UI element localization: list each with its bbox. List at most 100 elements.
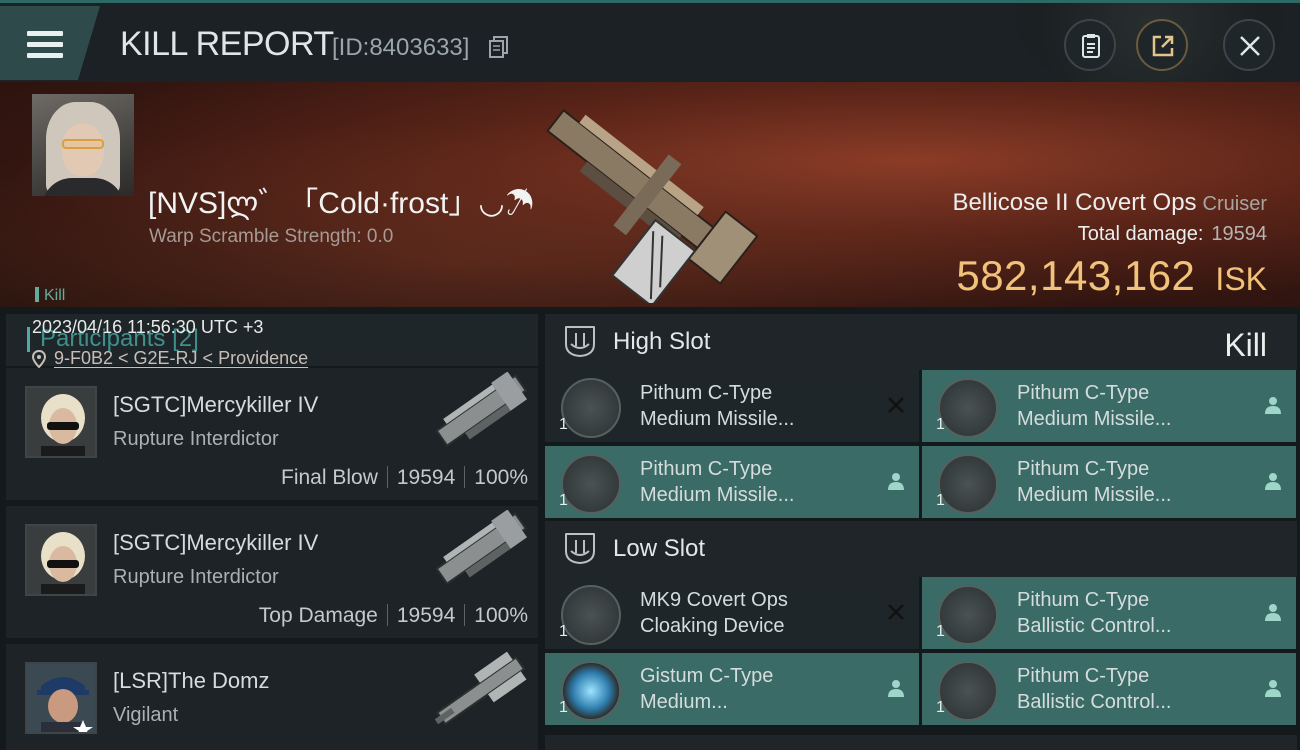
ship-name: Bellicose II Covert Ops — [952, 189, 1197, 216]
module-name: Gistum C-Type — [640, 665, 774, 687]
person-icon — [1265, 397, 1281, 414]
module-quantity: 1 — [559, 699, 568, 716]
kill-datetime: 2023/04/16 11:56:30 UTC +3 — [32, 317, 264, 337]
high-slot-label: High Slot — [613, 328, 711, 355]
kill-location[interactable]: 9-F0B2 < G2E-RJ < Providence — [32, 348, 308, 369]
share-button[interactable] — [1136, 19, 1188, 71]
module-item[interactable]: 1 Pithum C-Type Medium Missile... — [545, 370, 919, 442]
location-pin-icon — [32, 349, 46, 368]
module-item[interactable]: 1 Pithum C-Type Ballistic Control... — [922, 653, 1296, 725]
close-x-icon — [888, 397, 904, 413]
high-slot-icon — [565, 326, 595, 358]
ballistic-control-icon — [938, 585, 998, 645]
victim-banner: [NVS]ლ゛「Cold·frost」◡☂ Warp Scramble Stre… — [0, 82, 1300, 368]
participant-avatar — [25, 524, 97, 596]
module-name: Pithum C-Type — [640, 382, 773, 404]
warp-scramble-strength: Warp Scramble Strength: 0.0 — [149, 226, 394, 247]
hamburger-menu-icon[interactable] — [0, 6, 100, 80]
person-icon — [1265, 473, 1281, 490]
cloaking-device-icon — [561, 585, 621, 645]
participants-panel: Participants [2] [SGTC]Mercykiller IV Ru… — [6, 314, 538, 750]
share-icon — [1152, 35, 1174, 57]
isk-unit: ISK — [1215, 261, 1267, 297]
clipboard-icon — [1082, 34, 1100, 58]
module-type: Medium Missile... — [640, 484, 795, 506]
participant-ship: Rupture Interdictor — [113, 566, 279, 588]
participant-tag: Top Damage — [258, 604, 378, 627]
mid-slot-header-partial — [545, 735, 1297, 750]
kill-type-badge: Kill — [35, 287, 65, 305]
result-label: Kill — [1224, 327, 1267, 363]
page-title: KILL REPORT — [120, 25, 334, 63]
module-quantity: 1 — [559, 416, 568, 433]
participant-ship: Vigilant — [113, 704, 179, 726]
victim-ship-image — [546, 108, 759, 303]
participant-card[interactable]: [LSR]The Domz Vigilant — [6, 644, 538, 750]
participant-avatar — [25, 662, 97, 734]
top-bar: KILL REPORT [ID:8403633] — [0, 0, 1300, 85]
module-type: Medium... — [640, 691, 728, 713]
close-button[interactable] — [1223, 19, 1275, 71]
module-name: Pithum C-Type — [1017, 382, 1150, 404]
module-name: MK9 Covert Ops — [640, 589, 788, 611]
participant-card[interactable]: [SGTC]Mercykiller IV Rupture Interdictor… — [6, 368, 538, 500]
module-item[interactable]: 1 MK9 Covert Ops Cloaking Device — [545, 577, 919, 649]
missile-launcher-icon — [561, 378, 621, 438]
ballistic-control-icon — [938, 661, 998, 721]
participant-tag: Final Blow — [281, 466, 378, 489]
missile-launcher-icon — [561, 454, 621, 514]
close-icon — [1240, 36, 1260, 56]
participant-ship-image — [434, 651, 527, 726]
module-name: Pithum C-Type — [1017, 458, 1150, 480]
low-slot-header: Low Slot — [545, 521, 1297, 577]
victim-avatar[interactable] — [32, 94, 134, 196]
module-item[interactable]: 1 Gistum C-Type Medium... — [545, 653, 919, 725]
missile-launcher-icon — [938, 378, 998, 438]
kill-type-label: Kill — [44, 287, 66, 304]
ship-class: Cruiser — [1202, 193, 1267, 215]
energy-module-icon — [561, 661, 621, 721]
copy-icon[interactable] — [489, 36, 509, 58]
close-x-icon — [888, 604, 904, 620]
person-icon — [1265, 680, 1281, 697]
module-item[interactable]: 1 Pithum C-Type Medium Missile... — [922, 446, 1296, 518]
module-item[interactable]: 1 Pithum C-Type Ballistic Control... — [922, 577, 1296, 649]
participant-damage: 19594 — [396, 466, 456, 489]
participant-stats: Top Damage 19594 100% — [259, 604, 528, 628]
high-slot-header: High Slot — [545, 314, 1297, 370]
participant-ship-image — [435, 372, 528, 447]
location-link[interactable]: 9-F0B2 < G2E-RJ < Providence — [54, 348, 308, 369]
module-quantity: 1 — [936, 699, 945, 716]
total-damage-label: Total damage: — [1077, 223, 1204, 245]
total-damage-value: 19594 — [1211, 223, 1267, 245]
participant-ship-image — [435, 510, 528, 585]
total-damage: Total damage: 19594 — [1078, 223, 1267, 246]
module-type: Medium Missile... — [1017, 484, 1172, 506]
module-quantity: 1 — [936, 416, 945, 433]
participant-ship: Rupture Interdictor — [113, 428, 279, 450]
participant-percent: 100% — [474, 604, 528, 627]
module-type: Medium Missile... — [1017, 408, 1172, 430]
low-slot-label: Low Slot — [613, 535, 706, 562]
module-type: Cloaking Device — [640, 615, 785, 637]
clipboard-button[interactable] — [1064, 19, 1116, 71]
module-type: Medium Missile... — [640, 408, 795, 430]
victim-name[interactable]: [NVS]ლ゛「Cold·frost」◡☂ — [148, 178, 535, 222]
isk-amount: 582,143,162 — [956, 252, 1196, 299]
missile-launcher-icon — [938, 454, 998, 514]
participant-avatar — [25, 386, 97, 458]
module-name: Pithum C-Type — [640, 458, 773, 480]
person-icon — [888, 473, 904, 490]
module-quantity: 1 — [559, 492, 568, 509]
participant-damage: 19594 — [396, 604, 456, 627]
participant-name: [SGTC]Mercykiller IV — [113, 530, 319, 555]
module-quantity: 1 — [936, 623, 945, 640]
module-type: Ballistic Control... — [1017, 691, 1172, 713]
participant-name: [SGTC]Mercykiller IV — [113, 392, 319, 417]
module-item[interactable]: 1 Pithum C-Type Medium Missile... — [545, 446, 919, 518]
participant-percent: 100% — [474, 466, 528, 489]
participant-card[interactable]: [SGTC]Mercykiller IV Rupture Interdictor… — [6, 506, 538, 638]
module-item[interactable]: 1 Pithum C-Type Medium Missile... — [922, 370, 1296, 442]
module-name: Pithum C-Type — [1017, 665, 1150, 687]
module-name: Pithum C-Type — [1017, 589, 1150, 611]
